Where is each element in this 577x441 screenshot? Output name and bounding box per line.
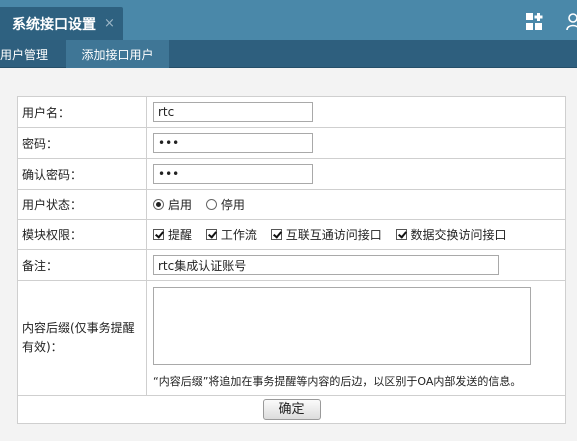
tab-system-interface-settings[interactable]: 系统接口设置 ×	[0, 7, 123, 40]
perm-interconnect-checkbox[interactable]	[270, 229, 282, 240]
perm-workflow-option[interactable]: 工作流	[205, 226, 257, 243]
perm-interconnect-label: 互联互通访问接口	[285, 228, 382, 242]
row-username: 用户名：	[17, 96, 566, 128]
status-enabled-label: 启用	[168, 198, 193, 212]
title-bar: 系统接口设置 ×	[0, 0, 577, 40]
tab-title: 系统接口设置	[12, 16, 96, 33]
perm-workflow-checkbox[interactable]	[205, 229, 217, 240]
perm-reminder-option[interactable]: 提醒	[153, 226, 192, 243]
status-label: 用户状态：	[17, 189, 147, 220]
confirm-password-cell	[146, 158, 566, 190]
permissions-cell: 提醒 工作流 互联互通访问接口 数据交换访问接口	[146, 219, 566, 250]
tab-close-icon[interactable]: ×	[104, 16, 115, 31]
confirm-button[interactable]: 确定	[262, 399, 321, 420]
perm-data-exchange-label: 数据交换访问接口	[410, 228, 507, 242]
perm-workflow-label: 工作流	[220, 228, 257, 242]
status-enabled-radio[interactable]	[153, 199, 164, 210]
password-label: 密码：	[17, 127, 147, 159]
row-submit: 确定	[17, 395, 566, 424]
status-enabled-option[interactable]: 启用	[153, 196, 192, 213]
username-cell	[146, 96, 566, 128]
confirm-password-label: 确认密码：	[17, 158, 147, 190]
password-cell	[146, 127, 566, 159]
permissions-label: 模块权限：	[17, 219, 147, 250]
submit-cell: 确定	[17, 395, 566, 424]
user-icon[interactable]	[566, 12, 577, 32]
nav-add-interface-user[interactable]: 添加接口用户	[66, 40, 169, 68]
username-input[interactable]	[153, 102, 313, 122]
perm-data-exchange-option[interactable]: 数据交换访问接口	[395, 226, 507, 243]
row-remark: 备注：	[17, 249, 566, 281]
perm-reminder-checkbox[interactable]	[153, 229, 164, 240]
suffix-label-text: 内容后缀(仅事务提醒有效)：	[22, 321, 135, 354]
row-confirm-password: 确认密码：	[17, 158, 566, 190]
remark-input[interactable]	[153, 255, 499, 275]
perm-interconnect-option[interactable]: 互联互通访问接口	[270, 226, 382, 243]
confirm-password-input[interactable]	[153, 164, 313, 184]
perm-reminder-label: 提醒	[168, 228, 193, 242]
sub-navigation: 用户管理 添加接口用户	[0, 40, 577, 68]
apps-add-icon[interactable]	[525, 12, 545, 32]
row-status: 用户状态： 启用 停用	[17, 189, 566, 220]
suffix-hint: “内容后缀”将追加在事务提醒等内容的后边，以区别于OA内部发送的信息。	[153, 375, 522, 388]
perm-data-exchange-checkbox[interactable]	[395, 229, 407, 240]
suffix-label: 内容后缀(仅事务提醒有效)：	[17, 280, 147, 396]
status-disabled-radio[interactable]	[205, 199, 217, 210]
nav-user-management[interactable]: 用户管理	[0, 40, 66, 68]
status-disabled-option[interactable]: 停用	[205, 196, 245, 213]
remark-label: 备注：	[17, 249, 147, 281]
status-cell: 启用 停用	[146, 189, 566, 220]
nav-label: 添加接口用户	[81, 47, 154, 62]
status-disabled-label: 停用	[220, 198, 245, 212]
suffix-textarea[interactable]	[153, 287, 531, 365]
row-permissions: 模块权限： 提醒 工作流 互联互通访问接口 数据交换访问接口	[17, 219, 566, 250]
suffix-cell: “内容后缀”将追加在事务提醒等内容的后边，以区别于OA内部发送的信息。	[146, 280, 566, 396]
remark-cell	[146, 249, 566, 281]
username-label: 用户名：	[17, 96, 147, 128]
row-suffix: 内容后缀(仅事务提醒有效)： “内容后缀”将追加在事务提醒等内容的后边，以区别于…	[17, 280, 566, 396]
nav-label: 用户管理	[0, 47, 49, 62]
row-password: 密码：	[17, 127, 566, 159]
add-user-form: 用户名： 密码： 确认密码： 用户状态： 启用 停用 模块权限：	[17, 96, 566, 424]
password-input[interactable]	[153, 133, 313, 153]
